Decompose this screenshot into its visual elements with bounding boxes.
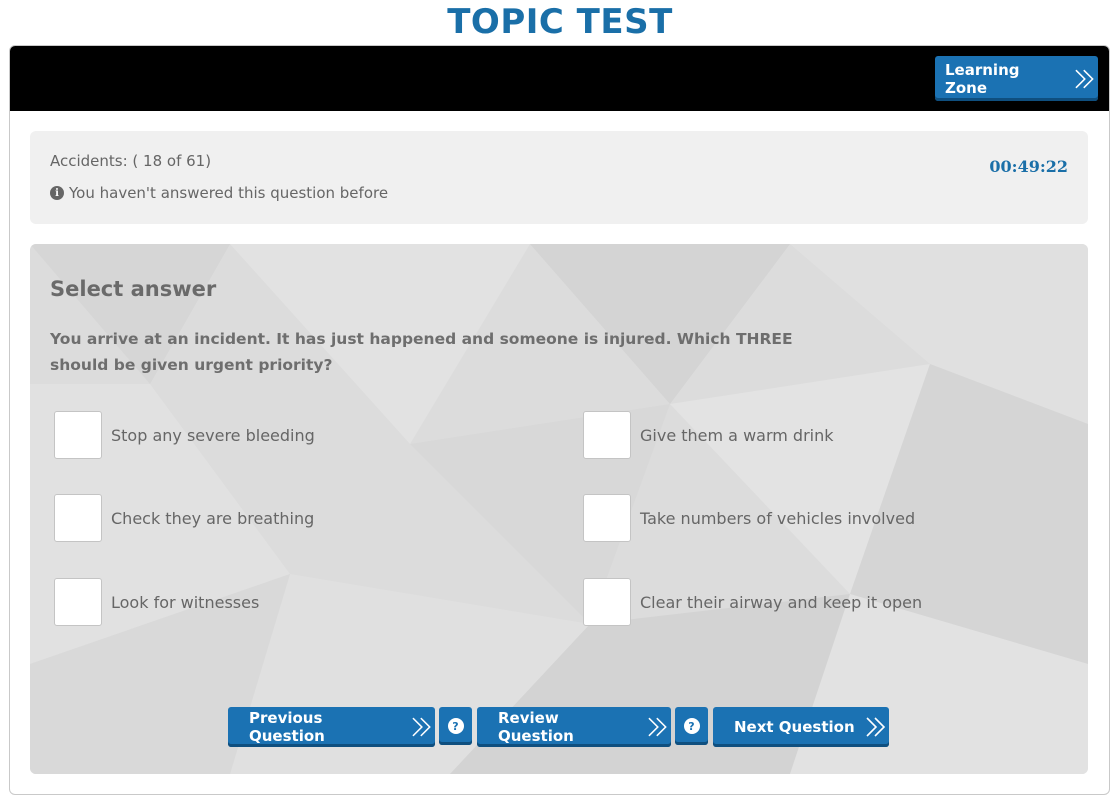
category-progress: Accidents: ( 18 of 61) [50,152,212,170]
answer-checkbox[interactable] [583,494,631,542]
previous-help-button[interactable]: ? [439,707,472,745]
answer-checkbox[interactable] [54,578,102,626]
page-title: TOPIC TEST [447,2,673,42]
answer-option-5[interactable]: Look for witnesses [54,578,259,626]
answer-label: Check they are breathing [111,508,315,528]
answer-option-6[interactable]: Clear their airway and keep it open [583,578,922,626]
answer-checkbox[interactable] [54,494,102,542]
next-question-button[interactable]: Next Question [713,707,889,747]
double-chevron-right-icon [648,717,668,737]
answer-label: Give them a warm drink [640,425,834,445]
info-icon: i [50,186,64,200]
double-chevron-right-icon [412,717,432,737]
answer-history-text: You haven't answered this question befor… [69,184,389,202]
double-chevron-right-icon [1075,69,1095,88]
select-answer-heading: Select answer [50,277,217,301]
learning-zone-label: Learning Zone [945,60,1020,97]
answer-checkbox[interactable] [54,411,102,459]
countdown-timer: 00:49:22 [989,157,1068,176]
answer-label: Look for witnesses [111,592,260,612]
answer-option-1[interactable]: Stop any severe bleeding [54,411,315,459]
question-mark-icon: ? [683,718,700,734]
answer-option-3[interactable]: Check they are breathing [54,494,314,542]
previous-question-button[interactable]: Previous Question [228,707,435,747]
answer-label: Clear their airway and keep it open [640,592,923,612]
previous-question-label: Previous Question [249,709,325,745]
answer-label: Stop any severe bleeding [111,425,315,445]
double-chevron-right-icon [866,717,885,737]
question-status-panel: Accidents: ( 18 of 61) i You haven't ans… [30,131,1088,224]
question-panel: Select answer You arrive at an incident.… [30,244,1088,774]
answer-checkbox[interactable] [583,411,631,459]
review-question-button[interactable]: Review Question [477,707,671,747]
answer-label: Take numbers of vehicles involved [640,508,916,528]
answer-history-note: i You haven't answered this question bef… [50,184,388,202]
question-mark-icon: ? [447,718,464,734]
test-frame: Learning Zone Accidents: ( 18 of 61) i Y… [9,45,1110,795]
answer-option-2[interactable]: Give them a warm drink [583,411,834,459]
top-bar: Learning Zone [10,46,1109,111]
question-text: You arrive at an incident. It has just h… [50,330,793,374]
answer-checkbox[interactable] [583,578,631,626]
next-question-label: Next Question [734,718,855,736]
answer-option-4[interactable]: Take numbers of vehicles involved [583,494,915,542]
learning-zone-button[interactable]: Learning Zone [935,56,1098,101]
review-question-label: Review Question [498,709,574,745]
review-help-button[interactable]: ? [675,707,708,745]
